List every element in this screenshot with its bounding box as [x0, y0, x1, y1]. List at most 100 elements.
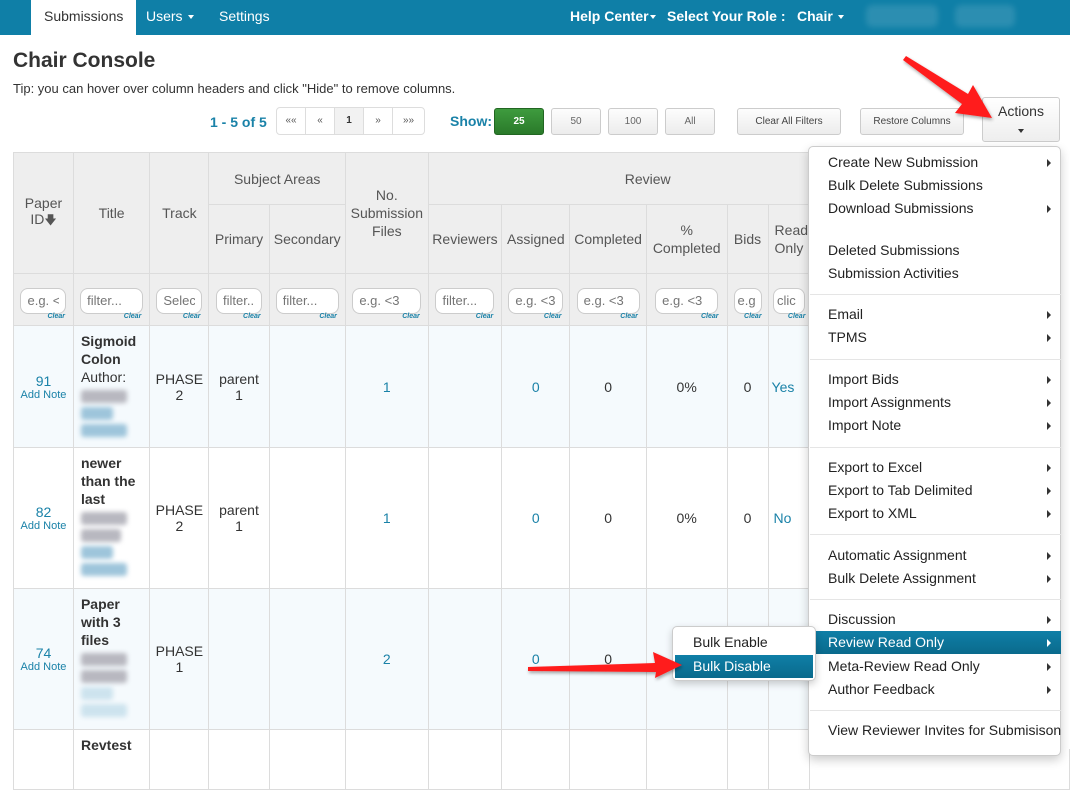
col-header-primary[interactable]: Primary: [208, 204, 270, 274]
clear-filter-link[interactable]: Clear: [544, 313, 562, 320]
num-files-link[interactable]: 2: [383, 651, 391, 667]
menu-import-note[interactable]: Import Note: [809, 414, 1061, 437]
menu-divider: [810, 710, 1061, 711]
assigned-filter[interactable]: [508, 287, 564, 314]
clear-filter-link[interactable]: Clear: [788, 313, 806, 320]
restore-columns-button[interactable]: Restore Columns: [860, 108, 964, 135]
menu-export-xml[interactable]: Export to XML: [809, 502, 1061, 525]
clear-filter-link[interactable]: Clear: [183, 313, 201, 320]
add-note-link[interactable]: Add Note: [14, 520, 73, 532]
paper-id-link[interactable]: 82: [14, 504, 73, 520]
last-page-button[interactable]: »»: [393, 108, 424, 134]
menu-export-tab-delimited[interactable]: Export to Tab Delimited: [809, 479, 1061, 502]
title-filter[interactable]: [80, 287, 144, 314]
review-read-only-submenu: Bulk Enable Bulk Disable: [672, 626, 816, 681]
menu-tpms[interactable]: TPMS: [809, 326, 1061, 349]
track-filter[interactable]: [156, 287, 203, 314]
menu-bulk-delete-submissions[interactable]: Bulk Delete Submissions: [809, 174, 1061, 197]
col-header-paper-id[interactable]: Paper ID🡇: [13, 152, 74, 274]
num-files-link[interactable]: 1: [383, 379, 391, 395]
num-files-filter[interactable]: [352, 287, 422, 314]
menu-export-excel[interactable]: Export to Excel: [809, 456, 1061, 479]
next-page-button[interactable]: »: [364, 108, 393, 134]
clear-all-filters-button[interactable]: Clear All Filters: [737, 108, 841, 135]
menu-submission-activities[interactable]: Submission Activities: [809, 262, 1061, 285]
menu-import-assignments[interactable]: Import Assignments: [809, 391, 1061, 414]
add-note-link[interactable]: Add Note: [14, 389, 73, 401]
menu-view-reviewer-invites[interactable]: View Reviewer Invites for Submisison: [809, 719, 1061, 742]
col-header-title[interactable]: Title: [72, 152, 151, 274]
paper-id-filter[interactable]: [20, 287, 67, 314]
paper-id-link[interactable]: 74: [14, 645, 73, 661]
menu-meta-review-read-only[interactable]: Meta-Review Read Only: [809, 655, 1061, 678]
num-files-link[interactable]: 1: [383, 510, 391, 526]
read-only-toggle-link[interactable]: No: [774, 510, 792, 526]
col-header-secondary[interactable]: Secondary: [268, 204, 346, 274]
assigned-link[interactable]: 0: [532, 379, 540, 395]
col-header-track[interactable]: Track: [149, 152, 210, 274]
page-size-25-button[interactable]: 25: [494, 108, 544, 135]
menu-discussion[interactable]: Discussion: [809, 608, 1061, 631]
assigned-link[interactable]: 0: [532, 510, 540, 526]
col-header-reviewers[interactable]: Reviewers: [427, 204, 503, 274]
reviewers-cell: [427, 325, 503, 448]
clear-filter-link[interactable]: Clear: [701, 313, 719, 320]
actions-button[interactable]: Actions: [982, 97, 1060, 142]
nav-tab-submissions[interactable]: Submissions: [31, 0, 137, 35]
read-only-toggle-link[interactable]: Yes: [772, 379, 795, 395]
first-page-button[interactable]: ««: [277, 108, 306, 134]
clear-filter-link[interactable]: Clear: [744, 313, 762, 320]
clear-filter-link[interactable]: Clear: [319, 313, 337, 320]
clear-filter-link[interactable]: Clear: [124, 313, 142, 320]
num-files-cell: 1: [344, 447, 429, 589]
pct-completed-filter[interactable]: [655, 287, 719, 314]
menu-download-submissions[interactable]: Download Submissions: [809, 197, 1061, 220]
primary-filter[interactable]: [216, 287, 262, 314]
page-size-all-button[interactable]: All: [665, 108, 715, 135]
reviewers-cell: [427, 447, 503, 589]
page-size-100-button[interactable]: 100: [608, 108, 658, 135]
help-center-menu[interactable]: Help Center: [557, 0, 669, 35]
menu-deleted-submissions[interactable]: Deleted Submissions: [809, 239, 1061, 262]
nav-tab-settings[interactable]: Settings: [206, 0, 283, 35]
menu-import-bids[interactable]: Import Bids: [809, 368, 1061, 391]
col-header-completed[interactable]: Completed: [569, 204, 647, 274]
filter-cell: Clear: [149, 273, 210, 326]
bids-filter[interactable]: [733, 287, 762, 314]
prev-page-button[interactable]: «: [306, 108, 335, 134]
paper-title: Revtest: [80, 737, 132, 753]
menu-automatic-assignment[interactable]: Automatic Assignment: [809, 544, 1061, 567]
col-header-bids[interactable]: Bids: [726, 204, 769, 274]
reviewers-filter[interactable]: [435, 287, 495, 314]
completed-filter[interactable]: [576, 287, 640, 314]
secondary-filter[interactable]: [275, 287, 339, 314]
add-note-link[interactable]: Add Note: [14, 661, 73, 673]
col-header-read-only[interactable]: Read Only: [767, 204, 811, 274]
clear-filter-link[interactable]: Clear: [402, 313, 420, 320]
title-cell: Sigmoid Colon Author:: [72, 325, 151, 448]
role-selector[interactable]: Chair: [784, 0, 857, 35]
page-size-50-button[interactable]: 50: [551, 108, 601, 135]
clear-filter-link[interactable]: Clear: [476, 313, 494, 320]
assigned-link[interactable]: 0: [532, 651, 540, 667]
clear-filter-link[interactable]: Clear: [243, 313, 261, 320]
menu-email[interactable]: Email: [809, 303, 1061, 326]
menu-author-feedback[interactable]: Author Feedback: [809, 678, 1061, 701]
menu-review-read-only[interactable]: Review Read Only: [809, 631, 1061, 654]
paper-id-link[interactable]: 91: [14, 373, 73, 389]
menu-bulk-delete-assignment[interactable]: Bulk Delete Assignment: [809, 567, 1061, 590]
col-header-num-files[interactable]: No. Submission Files: [344, 152, 429, 274]
submenu-bulk-enable[interactable]: Bulk Enable: [675, 631, 813, 654]
clear-filter-link[interactable]: Clear: [47, 313, 65, 320]
submenu-bulk-disable[interactable]: Bulk Disable: [675, 655, 813, 678]
nav-tab-users[interactable]: Users: [133, 0, 207, 35]
current-page-button[interactable]: 1: [335, 108, 364, 134]
redacted-author-link: [80, 546, 113, 559]
read-only-filter[interactable]: [772, 287, 805, 314]
filter-cell: Clear: [344, 273, 429, 326]
col-header-assigned[interactable]: Assigned: [501, 204, 571, 274]
col-header-pct-completed[interactable]: % Completed: [645, 204, 728, 274]
menu-create-new-submission[interactable]: Create New Submission: [809, 151, 1061, 174]
clear-filter-link[interactable]: Clear: [620, 313, 638, 320]
assigned-cell: [501, 729, 571, 790]
